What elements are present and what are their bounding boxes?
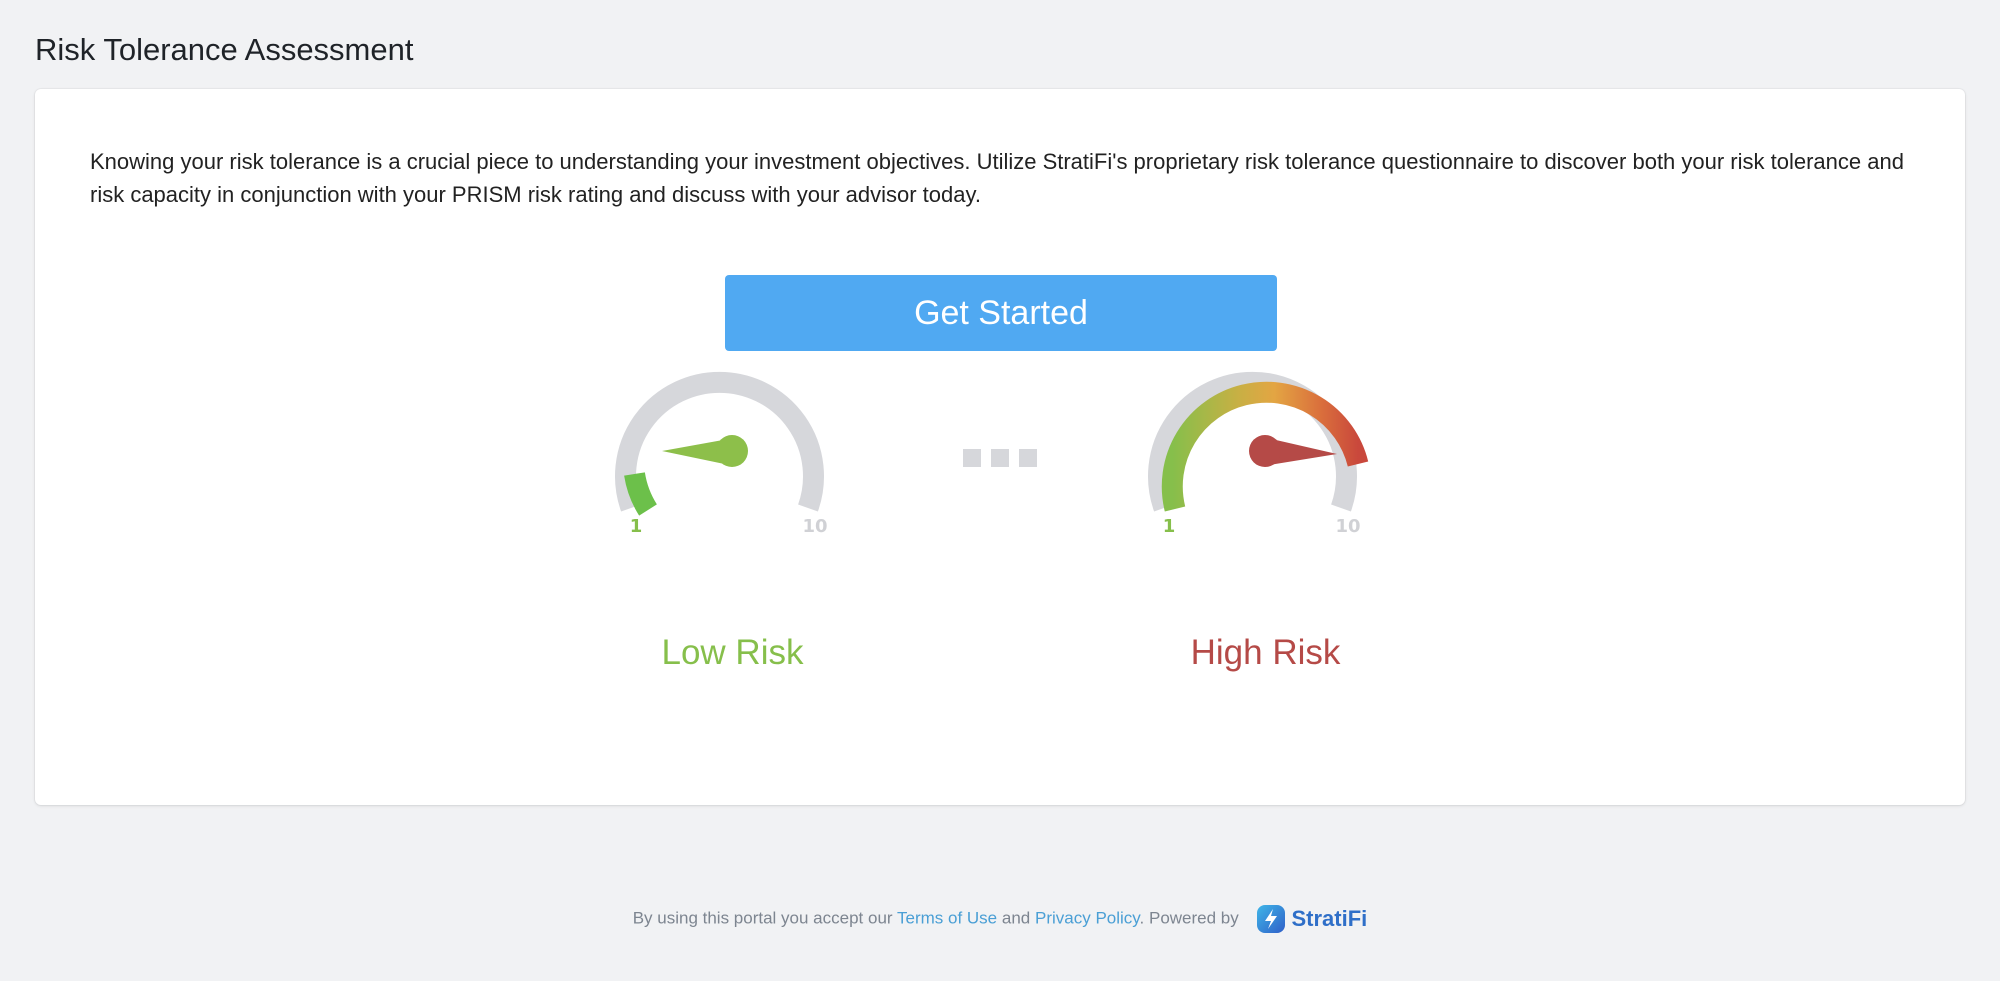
dot: [963, 449, 981, 467]
low-risk-gauge-icon: 1 10: [615, 371, 828, 537]
gauge-max-label: 10: [1335, 516, 1360, 537]
gauge-fill: [624, 472, 658, 516]
footer: By using this portal you accept our Term…: [0, 904, 2000, 934]
privacy-policy-link[interactable]: Privacy Policy: [1035, 908, 1140, 927]
gauge-hub: [716, 435, 748, 467]
page-title: Risk Tolerance Assessment: [35, 32, 414, 67]
dot: [1019, 449, 1037, 467]
assessment-card: Knowing your risk tolerance is a crucial…: [35, 89, 1965, 805]
get-started-button[interactable]: Get Started: [725, 275, 1277, 351]
gauge-min-label: 1: [630, 516, 643, 537]
gauge-max-label: 10: [802, 516, 827, 537]
footer-prefix: By using this portal you accept our: [632, 908, 893, 928]
footer-and: and: [1001, 908, 1031, 928]
low-risk-label: Low Risk: [661, 633, 804, 672]
intro-text: Knowing your risk tolerance is a crucial…: [90, 149, 1904, 207]
separator-dots-icon: [927, 449, 1037, 469]
footer-powered-by: . Powered by: [1139, 908, 1239, 928]
stratifi-logo-icon: [1256, 905, 1285, 933]
high-risk-gauge: 1 10 High Risk: [1113, 370, 1418, 680]
high-risk-gauge-icon: 1 10: [1148, 371, 1369, 537]
gauge-min-label: 1: [1163, 516, 1176, 537]
terms-of-use-link[interactable]: Terms of Use: [897, 908, 997, 927]
stratifi-logo-text: StratiFi: [1291, 906, 1368, 931]
dot: [991, 449, 1009, 467]
stratifi-logo: StratiFi: [1256, 904, 1368, 934]
gauge-hub: [1249, 435, 1281, 467]
low-risk-gauge: 1 10 Low Risk: [580, 370, 885, 680]
high-risk-label: High Risk: [1190, 633, 1341, 672]
